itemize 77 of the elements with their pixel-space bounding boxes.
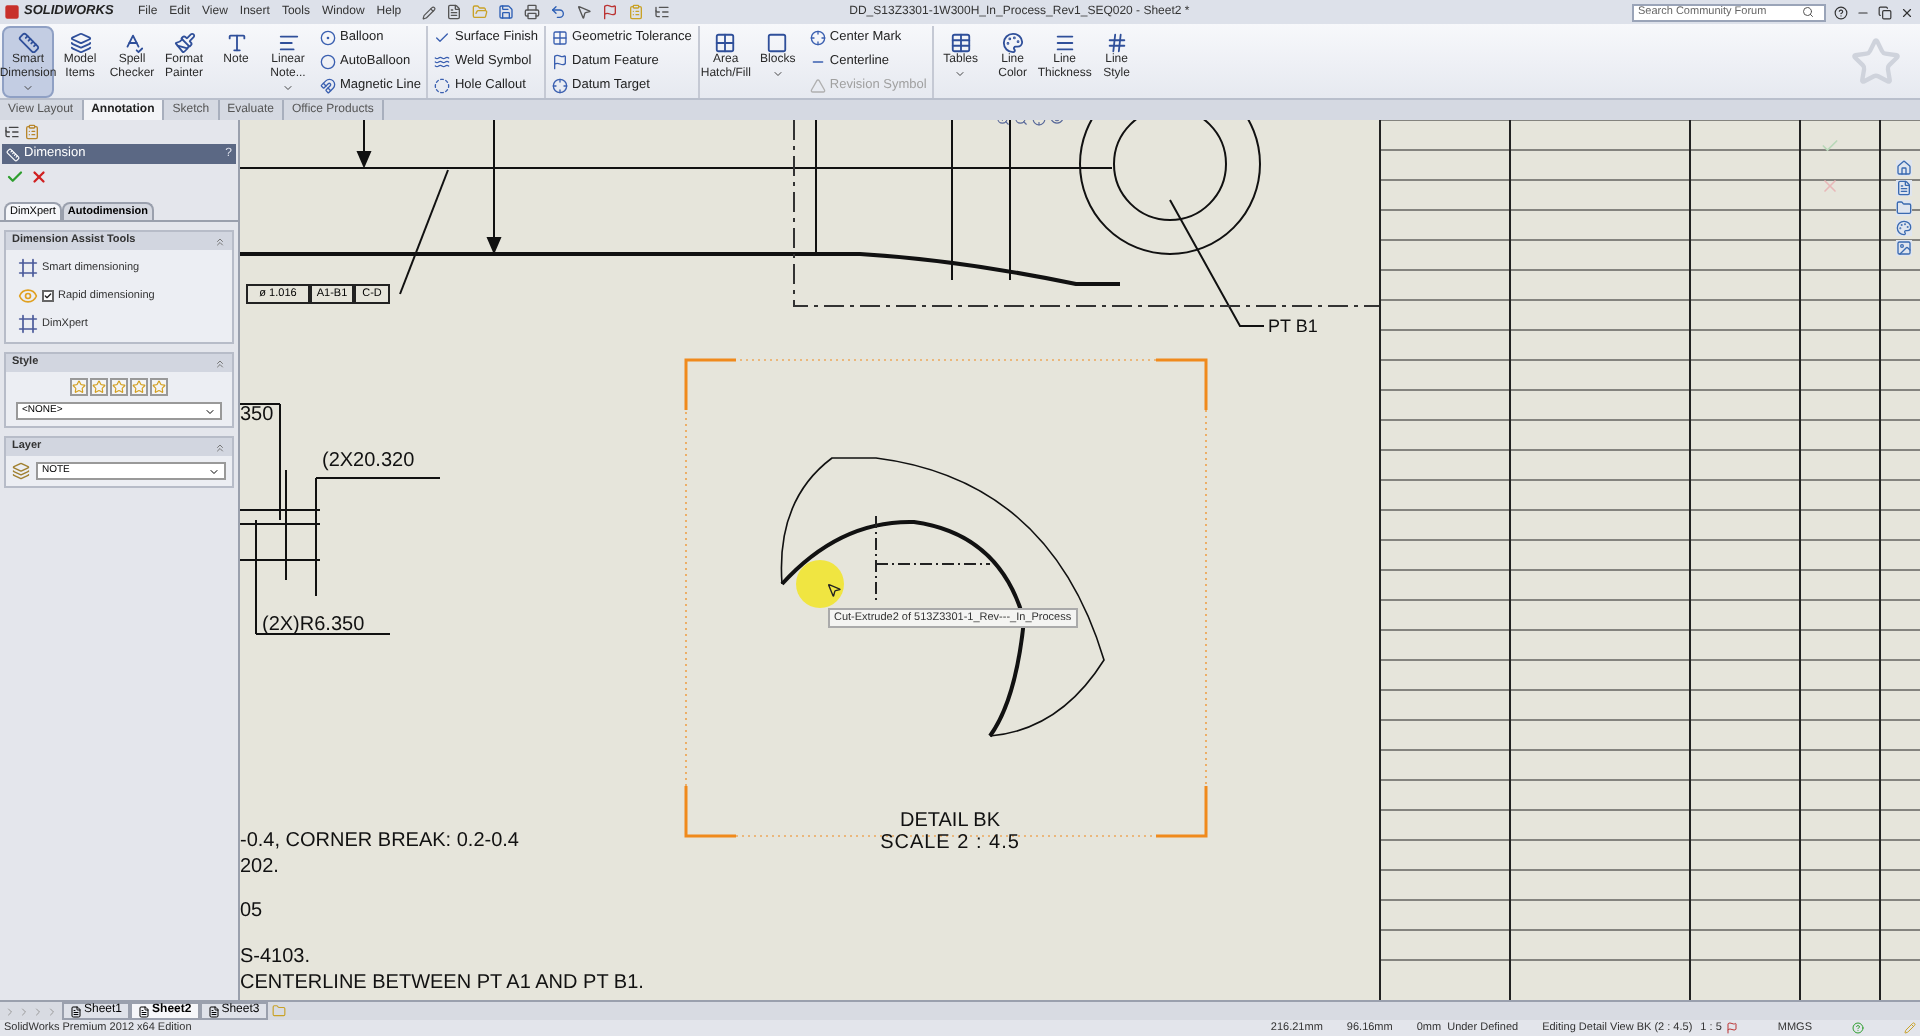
check-mark-icon: [434, 29, 451, 45]
line-style-icon: [1105, 31, 1128, 53]
cursor-icon: [826, 582, 842, 598]
magnet-icon: [320, 77, 336, 93]
search-icon[interactable]: [1802, 6, 1814, 18]
ruler-icon: [17, 31, 39, 53]
help-icon[interactable]: [1834, 5, 1848, 19]
save-icon[interactable]: [497, 4, 514, 20]
document-icon[interactable]: [1896, 180, 1912, 196]
layers-icon: [12, 462, 30, 480]
cancel-icon[interactable]: [30, 168, 48, 186]
dimension-arrow: [356, 120, 372, 169]
palette-icon: [1001, 31, 1024, 53]
lines-icon: [1053, 31, 1076, 53]
wave-icon: [434, 53, 451, 69]
letter-icon: [225, 31, 247, 53]
sheet-icon: [138, 1005, 151, 1017]
dimension-text: (2X)R6.350: [262, 612, 365, 640]
printer-icon[interactable]: [523, 4, 540, 20]
cursor-highlight: [796, 560, 844, 608]
dimension-frame-icon: [18, 258, 38, 278]
palette-icon[interactable]: [1896, 220, 1912, 236]
note-text: CENTERLINE BETWEEN PT A1 AND PT B1.: [240, 970, 644, 998]
style-favorite-icon[interactable]: [70, 378, 88, 396]
flag-icon: [552, 53, 569, 69]
centerline: [875, 515, 991, 601]
layers-icon: [69, 31, 91, 53]
note-text: 05: [240, 898, 263, 926]
caret-icon: [208, 465, 220, 477]
dimension-arrow: [486, 120, 502, 255]
style-favorite-icon[interactable]: [130, 378, 148, 396]
home-icon[interactable]: [1896, 160, 1912, 176]
grid-icon: [552, 29, 569, 45]
sheet-icon: [70, 1005, 82, 1017]
pointer-icon[interactable]: [575, 4, 592, 20]
cancel-icon[interactable]: [1820, 176, 1840, 196]
style-favorite-icon[interactable]: [150, 378, 168, 396]
picture-icon[interactable]: [1896, 240, 1912, 256]
spell-check-icon: [121, 31, 143, 53]
detail-scale: SCALE 2 : 4.5: [880, 832, 1020, 854]
block-icon: [766, 31, 789, 53]
dimension-text: (2X20.320: [322, 450, 415, 474]
target-icon: [552, 77, 569, 93]
confirm-icon[interactable]: [6, 168, 24, 186]
clipboard-icon[interactable]: [627, 4, 644, 20]
caret-icon: [204, 405, 216, 417]
note-text: S-4103.: [240, 944, 311, 972]
dimension-frame-icon: [18, 314, 38, 334]
style-favorite-icon[interactable]: [110, 378, 128, 396]
paintbrush-icon: [173, 31, 195, 53]
crosshair-icon: [809, 29, 826, 45]
hole-icon: [434, 77, 451, 93]
leader-line: [399, 169, 449, 295]
new-document-icon[interactable]: [445, 4, 462, 20]
sheet-icon: [207, 1005, 220, 1017]
confirm-icon[interactable]: [1820, 136, 1840, 156]
folder-icon[interactable]: [1896, 200, 1912, 216]
tree-icon[interactable]: [4, 124, 20, 140]
style-favorite-icon[interactable]: [90, 378, 108, 396]
note-text: -0.4, CORNER BREAK: 0.2-0.4: [240, 828, 519, 856]
point-label: PT B1: [1268, 314, 1318, 340]
restore-icon[interactable]: [1878, 5, 1892, 19]
text-lines-icon: [277, 31, 299, 53]
checkbox[interactable]: [42, 290, 54, 302]
options-icon[interactable]: [653, 4, 670, 20]
ruler-icon: [6, 147, 20, 161]
eye-icon: [18, 286, 38, 306]
detail-label: DETAIL BK: [899, 810, 1000, 832]
leader-line: [1169, 199, 1265, 327]
dimension-text: 350: [240, 402, 274, 430]
hatch-grid-icon: [714, 31, 737, 53]
table-icon: [949, 31, 972, 53]
close-icon[interactable]: [1900, 5, 1914, 19]
triangle-icon: [809, 77, 826, 93]
undo-icon[interactable]: [549, 4, 566, 20]
note-text: 202.: [240, 854, 279, 882]
logo-icon: [4, 4, 20, 20]
